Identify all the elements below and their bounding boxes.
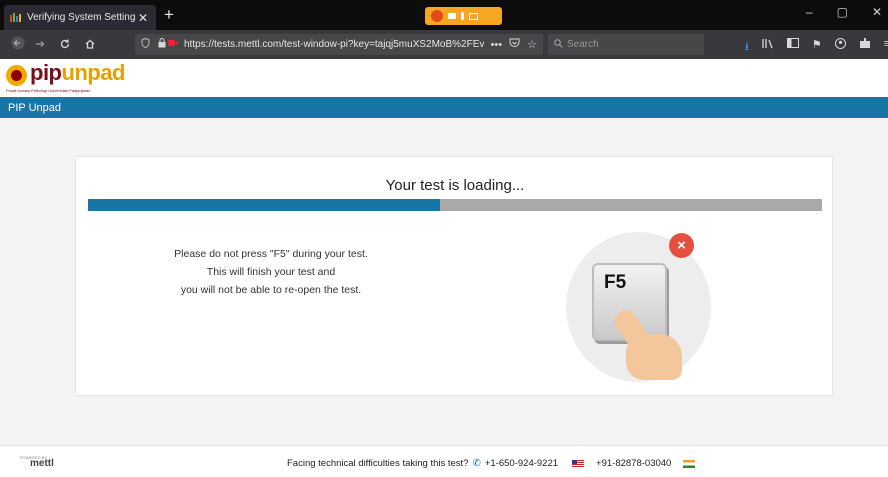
loading-card: Your test is loading... Please do not pr… (75, 156, 833, 396)
home-icon (85, 39, 95, 49)
india-flag-icon (683, 459, 696, 468)
f5-key-label: F5 (604, 272, 627, 293)
tab-title: Verifying System Settings (27, 12, 136, 23)
url-text[interactable]: https://tests.mettl.com/test-window-pi?k… (184, 39, 484, 50)
search-icon (554, 38, 563, 51)
no-f5-illustration: F5 × (556, 229, 716, 389)
warning-line: you will not be able to re-open the test… (180, 284, 362, 296)
reload-icon (60, 39, 70, 49)
site-header: pipunpad Pusat Inovasi Psikologi Univers… (0, 59, 888, 97)
search-bar[interactable] (548, 34, 704, 55)
support-text: Facing technical difficulties taking thi… (287, 458, 469, 469)
new-tab-button[interactable]: + (160, 6, 178, 24)
camera-permission-icon[interactable] (168, 39, 178, 50)
forbidden-x-icon: × (669, 233, 694, 258)
tab-close-icon[interactable]: ✕ (136, 11, 150, 25)
us-flag-icon (572, 459, 585, 468)
close-window-button[interactable]: ✕ (872, 5, 882, 19)
screen-sharing-icon (469, 12, 478, 20)
mettl-brand: mettl (30, 458, 54, 469)
reload-button[interactable] (55, 35, 75, 55)
firefox-icon (431, 10, 443, 22)
logo-emblem-icon (6, 65, 27, 86)
pip-unpad-logo: pipunpad Pusat Inovasi Psikologi Univers… (6, 60, 156, 94)
sidebar-icon[interactable] (786, 38, 799, 57)
extension-icon[interactable] (859, 38, 871, 57)
library-icon[interactable] (762, 38, 774, 57)
home-button[interactable] (80, 35, 100, 55)
logo-subtitle: Pusat Inovasi Psikologi Universitas Padj… (6, 88, 91, 93)
bookmark-star-icon[interactable]: ☆ (527, 38, 537, 51)
address-bar[interactable]: https://tests.mettl.com/test-window-pi?k… (135, 34, 543, 55)
loading-progress-bar (88, 199, 822, 211)
f5-warning-text: Please do not press "F5" during your tes… (136, 245, 406, 299)
progress-fill (88, 199, 441, 211)
minimize-button[interactable]: – (806, 5, 813, 19)
logo-wordmark: pipunpad (30, 60, 125, 85)
pocket-icon[interactable] (509, 38, 520, 51)
forward-button[interactable] (30, 35, 50, 55)
page-footer: POWERED BY mettl Facing technical diffic… (0, 445, 888, 477)
browser-toolbar: https://tests.mettl.com/test-window-pi?k… (0, 30, 888, 59)
sharing-indicator[interactable] (425, 7, 502, 25)
site-nav-bar: PIP Unpad (0, 97, 888, 118)
powered-by-mettl: POWERED BY mettl (20, 455, 60, 469)
camera-sharing-icon (448, 13, 456, 19)
window-controls: – ▢ ✕ (806, 5, 882, 19)
us-phone-number: +1-650-924-9221 (484, 458, 559, 469)
mettl-favicon-icon (10, 13, 21, 22)
flag-extension-icon[interactable]: ⚑ (812, 38, 822, 57)
lock-icon[interactable] (158, 38, 166, 51)
back-arrow-icon (11, 36, 25, 50)
search-input[interactable] (567, 39, 687, 50)
warning-line: Please do not press "F5" during your tes… (174, 248, 368, 260)
download-icon[interactable]: ⭳ (745, 38, 749, 57)
loading-title: Your test is loading... (385, 177, 525, 194)
india-phone-number: +91-82878-03040 (596, 458, 672, 469)
support-contact: Facing technical difficulties taking thi… (287, 458, 703, 469)
site-nav-label: PIP Unpad (8, 101, 62, 114)
browser-tab[interactable]: Verifying System Settings ✕ (4, 5, 156, 30)
warning-line: This will finish your test and (206, 266, 336, 278)
back-button[interactable] (8, 35, 28, 55)
browser-tab-strip: Verifying System Settings ✕ + – ▢ ✕ (0, 0, 888, 30)
page-actions-button[interactable]: ••• (491, 39, 503, 51)
maximize-button[interactable]: ▢ (837, 5, 848, 19)
toolbar-icons: ⭳ ⚑ ≡ (745, 38, 888, 57)
tracking-shield-icon[interactable] (141, 37, 150, 51)
forward-arrow-icon (36, 41, 45, 47)
microphone-sharing-icon (461, 12, 464, 20)
phone-icon: ✆ (472, 458, 481, 469)
account-icon[interactable] (834, 38, 846, 57)
menu-icon[interactable]: ≡ (884, 38, 888, 57)
hand-icon (626, 334, 682, 380)
